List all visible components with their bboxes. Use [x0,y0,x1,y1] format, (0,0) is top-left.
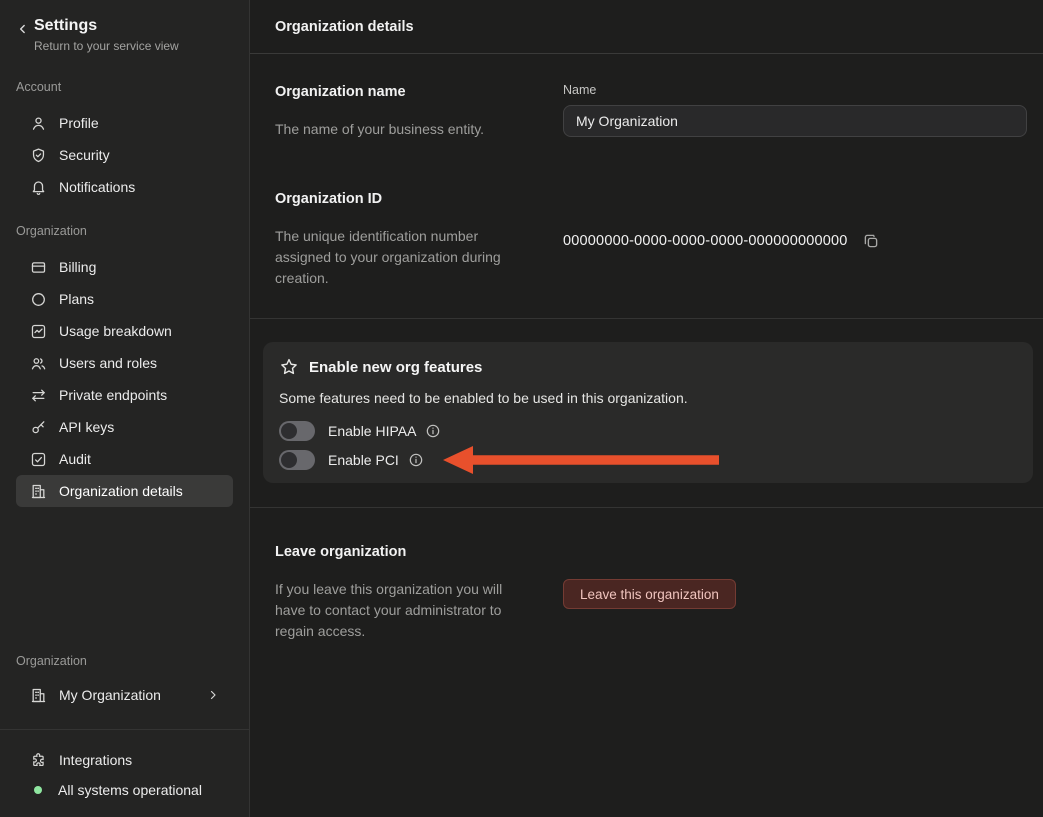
puzzle-icon [30,752,47,769]
sidebar-item-notifications[interactable]: Notifications [16,171,233,203]
red-arrow-annotation-icon [441,444,721,476]
org-switcher-value: My Organization [59,687,161,703]
enable-hipaa-toggle[interactable] [279,421,315,441]
sidebar-item-api-keys[interactable]: API keys [16,411,233,443]
sidebar-item-plans[interactable]: Plans [16,283,233,315]
settings-sidebar: Settings Return to your service view Acc… [0,0,250,817]
sidebar-item-usage-breakdown[interactable]: Usage breakdown [16,315,233,347]
pci-toggle-row: Enable PCI [279,450,1017,470]
sidebar-item-label: Plans [59,291,94,307]
hipaa-toggle-label: Enable HIPAA [328,423,416,439]
sidebar-item-label: Users and roles [59,355,157,371]
sidebar-item-label: Organization details [59,483,183,499]
org-id-value: 00000000-0000-0000-0000-000000000000 [563,233,848,249]
org-id-section: Organization ID The unique identificatio… [250,189,1043,289]
org-id-heading: Organization ID [275,189,563,209]
leave-organization-button[interactable]: Leave this organization [563,579,736,609]
chevron-right-icon [207,689,219,701]
sidebar-item-label: Audit [59,451,91,467]
main-panel: Organization details Organization name T… [250,0,1043,817]
org-name-input[interactable] [563,105,1027,137]
sidebar-header: Settings Return to your service view [0,0,249,53]
org-name-heading: Organization name [275,82,563,102]
org-switcher-label: Organization [0,653,249,669]
sidebar-item-organization-details[interactable]: Organization details [16,475,233,507]
copy-icon[interactable] [862,232,880,250]
arrows-swap-icon [30,387,47,404]
leave-org-description: If you leave this organization you will … [275,579,530,642]
org-name-description: The name of your business entity. [275,119,530,140]
status-dot-icon [34,786,42,794]
org-name-section: Organization name The name of your busin… [250,82,1043,140]
sidebar-item-label: Private endpoints [59,387,167,403]
audit-check-icon [30,451,47,468]
sidebar-item-label: Billing [59,259,96,275]
hipaa-toggle-row: Enable HIPAA [279,421,1017,441]
org-id-description: The unique identification number assigne… [275,226,530,289]
integrations-label: Integrations [59,752,132,768]
system-status-link[interactable]: All systems operational [0,780,249,800]
section-label-account: Account [0,79,249,95]
sidebar-title: Settings [34,16,179,36]
section-label-organization: Organization [0,223,249,239]
page-title: Organization details [250,0,1043,54]
users-icon [30,355,47,372]
back-button[interactable] [12,18,34,40]
section-divider [250,318,1043,319]
org-switcher[interactable]: My Organization [16,679,233,711]
sidebar-footer: Integrations All systems operational [0,729,249,817]
info-icon[interactable] [425,423,441,439]
features-heading: Enable new org features [309,359,482,376]
sidebar-item-users-and-roles[interactable]: Users and roles [16,347,233,379]
leave-org-section: Leave organization If you leave this org… [250,542,1043,642]
sidebar-subtitle: Return to your service view [34,39,179,53]
credit-card-icon [30,259,47,276]
pci-toggle-label: Enable PCI [328,452,399,468]
organization-nav: Billing Plans Usage breakdown Users and … [0,251,249,507]
integrations-link[interactable]: Integrations [0,750,249,770]
sidebar-item-billing[interactable]: Billing [16,251,233,283]
main-content: Organization name The name of your busin… [250,54,1043,817]
sidebar-item-label: API keys [59,419,114,435]
sidebar-item-security[interactable]: Security [16,139,233,171]
sidebar-item-label: Profile [59,115,99,131]
org-features-card: Enable new org features Some features ne… [263,342,1033,483]
section-divider [250,507,1043,508]
chevron-left-icon [16,22,30,36]
status-label: All systems operational [58,782,202,798]
sidebar-item-label: Notifications [59,179,135,195]
bell-icon [30,179,47,196]
info-icon[interactable] [408,452,424,468]
key-icon [30,419,47,436]
shield-check-icon [30,147,47,164]
building-icon [30,687,47,704]
sidebar-item-profile[interactable]: Profile [16,107,233,139]
leave-org-heading: Leave organization [275,542,563,562]
name-field-label: Name [563,82,1027,99]
sidebar-bottom: Organization My Organization [0,653,249,729]
chart-icon [30,323,47,340]
sidebar-item-label: Security [59,147,110,163]
enable-pci-toggle[interactable] [279,450,315,470]
sidebar-item-private-endpoints[interactable]: Private endpoints [16,379,233,411]
settings-app: Settings Return to your service view Acc… [0,0,1043,817]
sidebar-item-label: Usage breakdown [59,323,172,339]
sidebar-item-audit[interactable]: Audit [16,443,233,475]
features-description: Some features need to be enabled to be u… [279,388,1017,408]
star-icon [279,357,299,377]
user-icon [30,115,47,132]
building-icon [30,483,47,500]
account-nav: Profile Security Notifications [0,107,249,203]
circle-icon [30,291,47,308]
